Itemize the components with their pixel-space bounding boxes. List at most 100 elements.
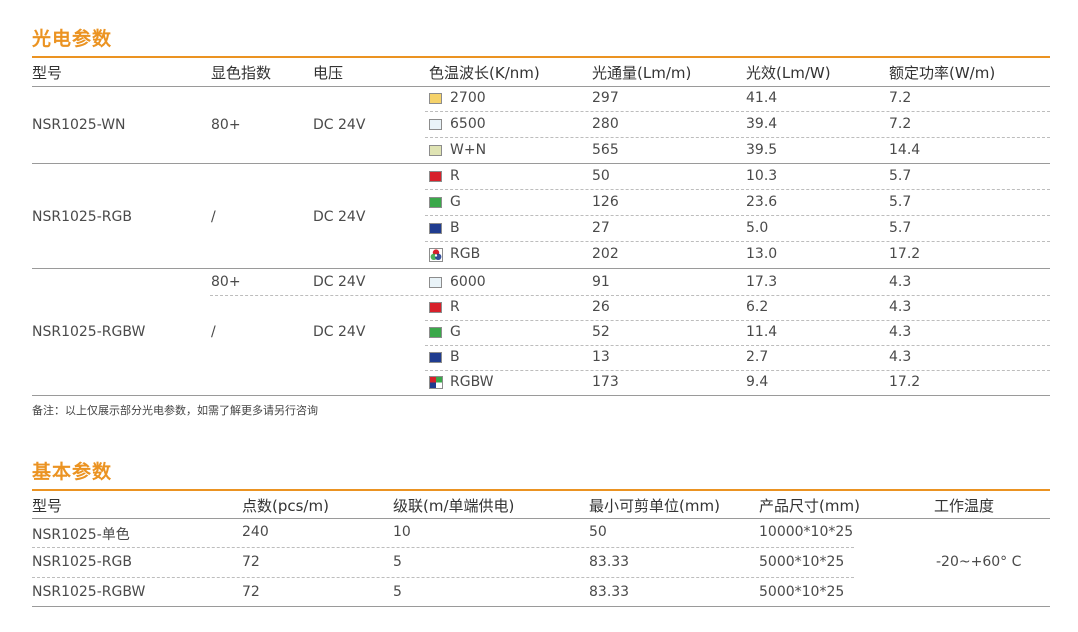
basic-cut: 50 [589, 524, 607, 540]
group-divider [32, 268, 1050, 269]
flux: 27 [592, 220, 610, 236]
color-temp: RGBW [450, 374, 494, 390]
basic-model: NSR1025-单色 [32, 527, 130, 543]
power: 4.3 [889, 349, 912, 365]
efficacy: 9.4 [746, 374, 769, 390]
header-temperature: 工作温度 [934, 497, 995, 515]
basic-cascade: 10 [393, 524, 411, 540]
color-temp: G [450, 194, 461, 210]
color-temp: B [450, 220, 460, 236]
row-divider [425, 189, 1050, 190]
row-divider [425, 137, 1050, 138]
color-temp: RGB [450, 246, 481, 262]
color-temp: B [450, 349, 460, 365]
rgbw-icon [429, 376, 443, 389]
power: 17.2 [889, 246, 921, 262]
basic-model: NSR1025-RGB [32, 554, 132, 570]
cri-rgbw-color: / [211, 324, 216, 340]
header-cri: 显色指数 [211, 64, 272, 82]
color-temp: R [450, 168, 460, 184]
swatch-icon [429, 352, 442, 363]
swatch-icon [429, 302, 442, 313]
efficacy: 41.4 [746, 90, 778, 106]
color-temp: W+N [450, 142, 487, 158]
header-points: 点数(pcs/m) [242, 497, 329, 515]
power: 4.3 [889, 274, 912, 290]
power: 5.7 [889, 168, 912, 184]
power: 17.2 [889, 374, 921, 390]
header-color-temp: 色温波长(K/nm) [429, 64, 540, 82]
color-temp: 6000 [450, 274, 486, 290]
swatch-icon [429, 223, 442, 234]
row-divider [425, 345, 1050, 346]
row-divider [32, 577, 854, 578]
header-model: 型号 [32, 64, 63, 82]
basic-cut: 83.33 [589, 584, 630, 600]
basic-size: 10000*10*25 [759, 524, 854, 540]
header-model: 型号 [32, 497, 63, 515]
cri-rgbw-white: 80+ [211, 274, 241, 290]
basic-top-rule [32, 489, 1050, 491]
row-divider [425, 241, 1050, 242]
model-rgb: NSR1025-RGB [32, 209, 132, 225]
swatch-icon [429, 119, 442, 130]
flux: 50 [592, 168, 610, 184]
header-power: 额定功率(W/m) [889, 64, 996, 82]
color-temp: 6500 [450, 116, 486, 132]
efficacy: 39.5 [746, 142, 778, 158]
basic-points: 240 [242, 524, 269, 540]
basic-size: 5000*10*25 [759, 584, 845, 600]
efficacy: 10.3 [746, 168, 778, 184]
color-temp: G [450, 324, 461, 340]
efficacy: 6.2 [746, 299, 769, 315]
flux: 26 [592, 299, 610, 315]
header-voltage: 电压 [313, 64, 344, 82]
voltage-rgbw-white: DC 24V [313, 274, 366, 290]
basic-size: 5000*10*25 [759, 554, 845, 570]
group-divider [32, 163, 1050, 164]
rgb-icon [429, 248, 443, 262]
row-divider [425, 320, 1050, 321]
flux: 13 [592, 349, 610, 365]
basic-header-rule [32, 518, 1050, 519]
basic-model: NSR1025-RGBW [32, 584, 146, 600]
basic-points: 72 [242, 584, 260, 600]
voltage-rgb: DC 24V [313, 209, 366, 225]
swatch-icon [429, 327, 442, 338]
header-efficacy: 光效(Lm/W) [746, 64, 831, 82]
swatch-icon [429, 277, 442, 288]
power: 4.3 [889, 299, 912, 315]
photo-top-rule [32, 56, 1050, 58]
basic-section-title: 基本参数 [32, 461, 113, 483]
efficacy: 13.0 [746, 246, 778, 262]
row-divider [425, 111, 1050, 112]
power: 7.2 [889, 90, 912, 106]
header-flux: 光通量(Lm/m) [592, 64, 692, 82]
cri-rgb: / [211, 209, 216, 225]
flux: 91 [592, 274, 610, 290]
power: 14.4 [889, 142, 921, 158]
power: 5.7 [889, 220, 912, 236]
footnote: 备注：以上仅展示部分光电参数，如需了解更多请另行咨询 [32, 404, 318, 417]
power: 4.3 [889, 324, 912, 340]
header-cascade: 级联(m/单端供电) [393, 497, 515, 515]
swatch-icon [429, 197, 442, 208]
efficacy: 23.6 [746, 194, 778, 210]
row-divider [425, 370, 1050, 371]
basic-cut: 83.33 [589, 554, 630, 570]
efficacy: 17.3 [746, 274, 778, 290]
header-size: 产品尺寸(mm) [759, 497, 860, 515]
flux: 565 [592, 142, 619, 158]
efficacy: 39.4 [746, 116, 778, 132]
efficacy: 5.0 [746, 220, 769, 236]
power: 5.7 [889, 194, 912, 210]
flux: 297 [592, 90, 619, 106]
photo-section-title: 光电参数 [32, 28, 113, 50]
basic-bottom-rule [32, 606, 1050, 607]
model-wn: NSR1025-WN [32, 117, 126, 133]
color-temp: R [450, 299, 460, 315]
flux: 52 [592, 324, 610, 340]
flux: 173 [592, 374, 619, 390]
header-cut-unit: 最小可剪单位(mm) [589, 497, 720, 515]
row-divider [32, 547, 854, 548]
